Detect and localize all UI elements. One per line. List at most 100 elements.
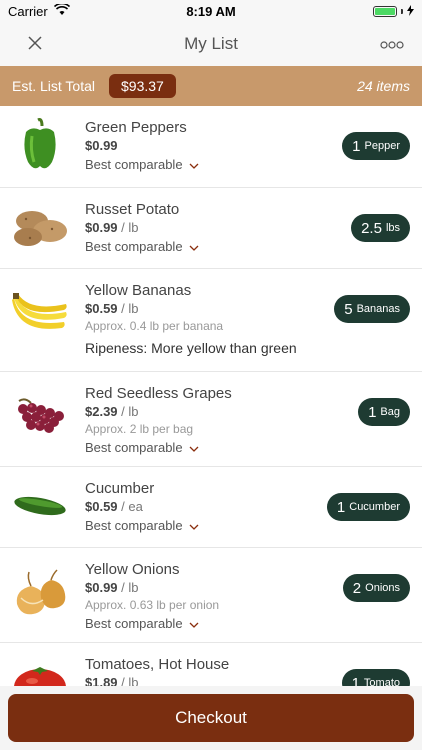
quantity-value: 1 (352, 137, 361, 155)
quantity-value: 1 (336, 498, 346, 516)
quantity-unit: Cucumber (349, 501, 400, 513)
price-unit: / ea (121, 499, 143, 514)
checkout-bar: Checkout (0, 686, 422, 750)
more-icon (380, 36, 404, 54)
item-name: Cucumber (85, 480, 155, 497)
price-unit: / lb (121, 404, 139, 419)
substitution-selector[interactable]: Best comparable (85, 155, 199, 175)
green-pepper-image (8, 116, 72, 174)
carrier-label: Carrier (8, 3, 48, 19)
item-price: $0.59 / lb (85, 300, 322, 318)
charging-icon (407, 4, 414, 19)
quantity-unit: lbs (385, 222, 400, 234)
total-value: $93.37 (109, 74, 176, 98)
price-value: $0.59 (85, 499, 118, 514)
substitution-selector[interactable]: Best comparable (85, 237, 199, 257)
quantity-button[interactable]: 1 Tomato (341, 669, 410, 687)
substitution-label: Best comparable (85, 518, 183, 533)
quantity-button[interactable]: 1 Pepper (342, 132, 410, 160)
substitution-selector[interactable]: Best comparable (85, 438, 199, 458)
price-unit: / lb (121, 301, 139, 316)
quantity-value: 5 (344, 300, 353, 318)
item-price: $0.99 / lb (85, 219, 322, 237)
status-right (373, 4, 414, 19)
page-title: My List (184, 34, 238, 53)
price-value: $1.89 (85, 675, 118, 686)
price-unit: / lb (121, 675, 139, 686)
quantity-value: 1 (351, 674, 360, 687)
chevron-down-icon (189, 516, 199, 536)
item-name: Yellow Onions (85, 561, 180, 578)
battery-icon (373, 5, 397, 17)
price-value: $0.99 (85, 580, 118, 595)
substitution-selector[interactable]: Best comparable (85, 614, 199, 634)
quantity-unit: Onions (365, 582, 400, 594)
ripeness-selector[interactable]: Ripeness: More yellow than green (85, 337, 322, 359)
price-unit: / lb (121, 220, 139, 235)
quantity-unit: Bananas (356, 303, 400, 315)
close-icon (28, 35, 42, 55)
item-name: Tomatoes, Hot House (85, 656, 230, 673)
quantity-button[interactable]: 2 Onions (342, 574, 410, 602)
quantity-value: 2.5 (361, 219, 382, 237)
item-name: Yellow Bananas (85, 282, 192, 299)
substitution-label: Best comparable (85, 239, 183, 254)
list-item[interactable]: Green Peppers $0.99 Best comparable 1 Pe… (0, 106, 422, 188)
substitution-label: Best comparable (85, 440, 183, 455)
status-bar: Carrier 8:19 AM (0, 0, 422, 22)
cucumber-image (8, 477, 72, 535)
list-item[interactable]: Tomatoes, Hot House $1.89 / lb 1 Tomato (0, 643, 422, 686)
item-price: $1.89 / lb (85, 674, 322, 686)
close-button[interactable] (22, 32, 48, 58)
battery-cap (401, 8, 403, 14)
item-price: $2.39 / lb (85, 403, 322, 421)
list-item[interactable]: Cucumber $0.59 / ea Best comparable 1 Cu… (0, 467, 422, 548)
quantity-button[interactable]: 1 Cucumber (326, 493, 410, 521)
price-value: $0.99 (85, 138, 118, 153)
list-item[interactable]: Yellow Onions $0.99 / lb Approx. 0.63 lb… (0, 548, 422, 643)
price-value: $2.39 (85, 404, 118, 419)
chevron-down-icon (189, 237, 199, 257)
quantity-button[interactable]: 2.5 lbs (351, 214, 410, 242)
item-name: Red Seedless Grapes (85, 385, 232, 402)
quantity-value: 1 (368, 403, 377, 421)
approx-weight: Approx. 2 lb per bag (85, 422, 194, 436)
more-button[interactable] (376, 32, 408, 58)
red-grapes-image (8, 388, 72, 446)
quantity-button[interactable]: 1 Bag (358, 398, 410, 426)
quantity-value: 2 (352, 579, 362, 597)
list-item[interactable]: Yellow Bananas $0.59 / lb Approx. 0.4 lb… (0, 269, 422, 372)
list-total-banner: Est. List Total $93.37 24 items (0, 66, 422, 106)
item-price: $0.59 / ea (85, 498, 322, 516)
list-item[interactable]: Red Seedless Grapes $2.39 / lb Approx. 2… (0, 372, 422, 467)
item-price: $0.99 / lb (85, 579, 322, 597)
total-label: Est. List Total (12, 78, 96, 94)
substitution-label: Best comparable (85, 616, 183, 631)
nav-bar: My List (0, 22, 422, 66)
russet-potato-image (8, 198, 72, 256)
price-value: $0.99 (85, 220, 118, 235)
status-left: Carrier (8, 2, 70, 19)
approx-weight: Approx. 0.63 lb per onion (85, 598, 220, 612)
quantity-unit: Tomato (363, 677, 400, 686)
price-value: $0.59 (85, 301, 118, 316)
chevron-down-icon (189, 155, 199, 175)
checkout-button[interactable]: Checkout (8, 694, 414, 742)
approx-weight: Approx. 0.4 lb per banana (85, 319, 224, 333)
tomato-image (8, 653, 72, 686)
substitution-selector[interactable]: Best comparable (85, 516, 199, 536)
quantity-unit: Bag (380, 406, 400, 418)
item-price: $0.99 (85, 137, 322, 155)
chevron-down-icon (189, 614, 199, 634)
yellow-bananas-image (8, 285, 72, 343)
yellow-onions-image (8, 564, 72, 622)
item-list[interactable]: Green Peppers $0.99 Best comparable 1 Pe… (0, 106, 422, 686)
item-name: Green Peppers (85, 119, 187, 136)
item-count: 24 items (357, 78, 410, 94)
list-item[interactable]: Russet Potato $0.99 / lb Best comparable… (0, 188, 422, 269)
chevron-down-icon (189, 438, 199, 458)
price-unit: / lb (121, 580, 139, 595)
quantity-unit: Pepper (364, 140, 400, 152)
wifi-icon (53, 2, 70, 19)
quantity-button[interactable]: 5 Bananas (334, 295, 410, 323)
